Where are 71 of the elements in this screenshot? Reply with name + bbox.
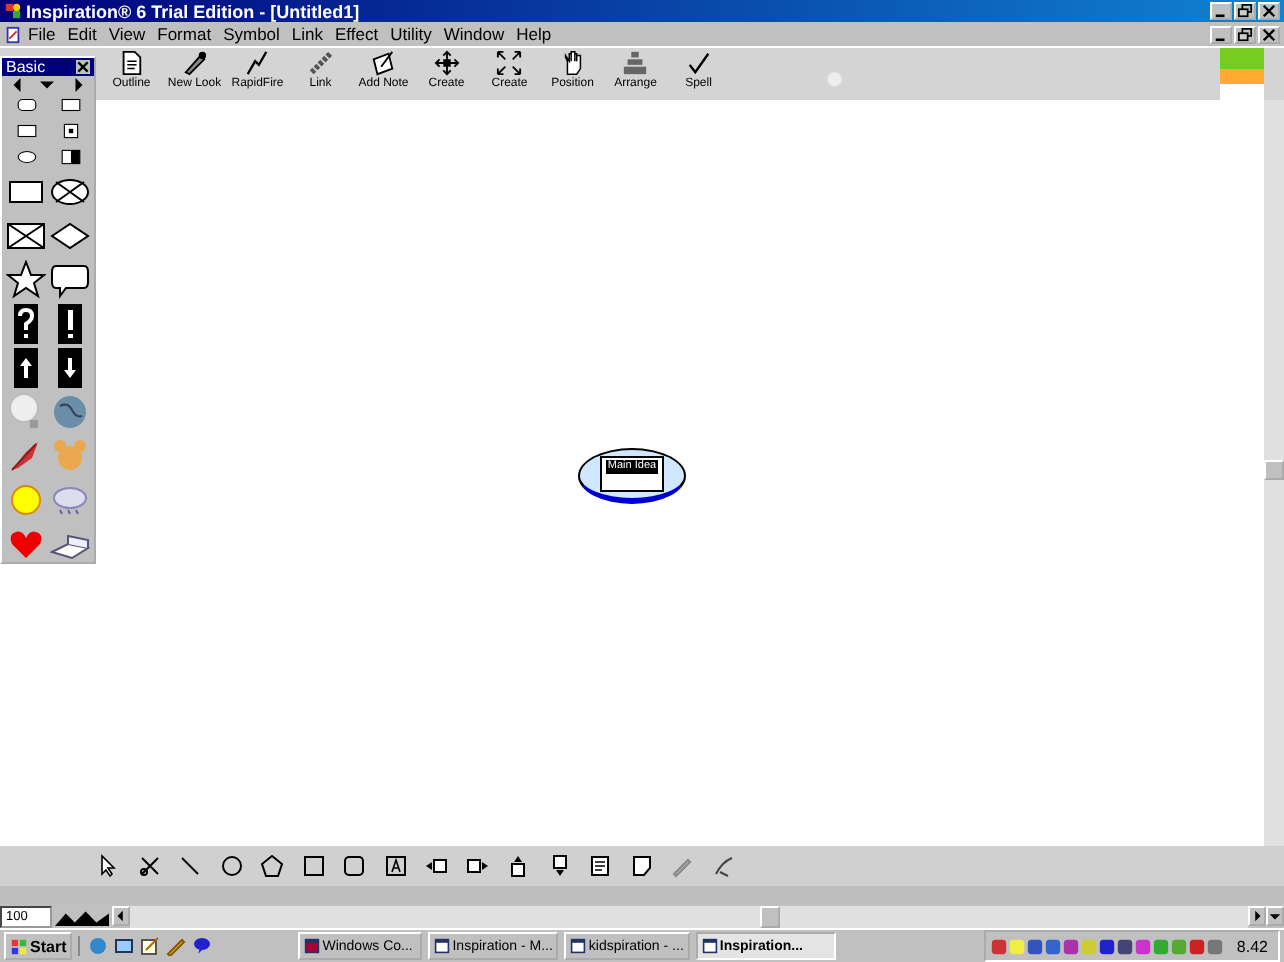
restore-button[interactable]	[1234, 2, 1256, 20]
scroll-thumb[interactable]	[1264, 460, 1284, 480]
vertical-scrollbar[interactable]	[1264, 100, 1284, 846]
left-box-icon[interactable]	[424, 854, 448, 878]
pencil-paper-icon[interactable]	[140, 936, 161, 956]
down-arrow-icon[interactable]	[40, 78, 55, 92]
app-icon	[4, 2, 22, 20]
square-icon[interactable]	[301, 854, 325, 878]
right-box-icon[interactable]	[465, 854, 489, 878]
pentagon-icon[interactable]	[260, 854, 284, 878]
menu-item[interactable]: File	[22, 23, 62, 45]
rounded-rect-icon[interactable]	[15, 94, 37, 116]
desktop-icon[interactable]	[114, 936, 135, 956]
menu-item[interactable]: Format	[151, 23, 218, 45]
half-icon[interactable]	[59, 146, 81, 168]
window-icon	[701, 938, 718, 954]
rect-small-icon[interactable]	[15, 120, 37, 142]
window-icon	[304, 938, 321, 954]
scissors-icon[interactable]	[137, 854, 161, 878]
menu-item[interactable]: View	[102, 23, 152, 45]
menu-item[interactable]: Help	[510, 23, 558, 45]
corner-arrows-icon	[496, 50, 523, 76]
pen-icon	[181, 50, 208, 76]
window-icon	[570, 938, 587, 954]
rect-icon[interactable]	[59, 94, 81, 116]
start-button[interactable]: Start	[4, 932, 73, 960]
square-mark-icon[interactable]	[59, 120, 81, 142]
close-icon	[1262, 27, 1276, 41]
windows-logo-icon	[10, 937, 28, 955]
four-arrows-icon	[433, 50, 460, 76]
menu-item[interactable]: Edit	[61, 23, 103, 45]
scroll-thumb[interactable]	[760, 905, 780, 927]
page-icon[interactable]	[629, 854, 653, 878]
close-icon	[76, 60, 90, 74]
rounded-square-icon[interactable]	[342, 854, 366, 878]
globe-icon[interactable]	[50, 392, 90, 432]
palette-title: Basic	[6, 58, 46, 76]
window-title: Inspiration® 6 Trial Edition - [Untitled1]	[26, 1, 360, 21]
text-icon[interactable]	[383, 854, 407, 878]
clock: 8.42	[1234, 937, 1270, 955]
menu-item[interactable]: Effect	[329, 23, 385, 45]
menu-item[interactable]: Utility	[384, 23, 438, 45]
hierarchy-icon	[622, 50, 649, 76]
minimize-button[interactable]	[1210, 2, 1232, 20]
line-icon[interactable]	[178, 854, 202, 878]
cartoon-drawing	[1220, 48, 1264, 100]
brush-icon[interactable]	[711, 854, 735, 878]
oval-icon[interactable]	[15, 146, 37, 168]
menu-item[interactable]: Window	[437, 23, 511, 45]
speech-bubble-icon[interactable]	[50, 260, 90, 300]
left-arrow-icon[interactable]	[10, 78, 25, 92]
close-button[interactable]	[76, 60, 90, 74]
lightning-icon	[244, 50, 271, 76]
note-icon[interactable]	[588, 854, 612, 878]
window-icon	[434, 938, 451, 954]
pencil-icon[interactable]	[166, 936, 187, 956]
close-icon	[1262, 4, 1276, 18]
checkmark-icon	[685, 50, 712, 76]
mountain-icon[interactable]	[52, 907, 112, 925]
pointer-icon[interactable]	[96, 854, 120, 878]
up-box-icon[interactable]	[506, 854, 530, 878]
chain-icon	[307, 50, 334, 76]
menu-item[interactable]: Symbol	[217, 23, 286, 45]
circle-icon[interactable]	[219, 854, 243, 878]
down-box-icon[interactable]	[547, 854, 571, 878]
horizontal-scrollbar[interactable]	[112, 905, 1284, 927]
menu-item[interactable]: Link	[285, 23, 329, 45]
minimize-button[interactable]	[1210, 25, 1232, 43]
star-icon[interactable]	[6, 260, 46, 300]
right-arrow-icon[interactable]	[71, 78, 86, 92]
restore-button[interactable]	[1234, 25, 1256, 43]
